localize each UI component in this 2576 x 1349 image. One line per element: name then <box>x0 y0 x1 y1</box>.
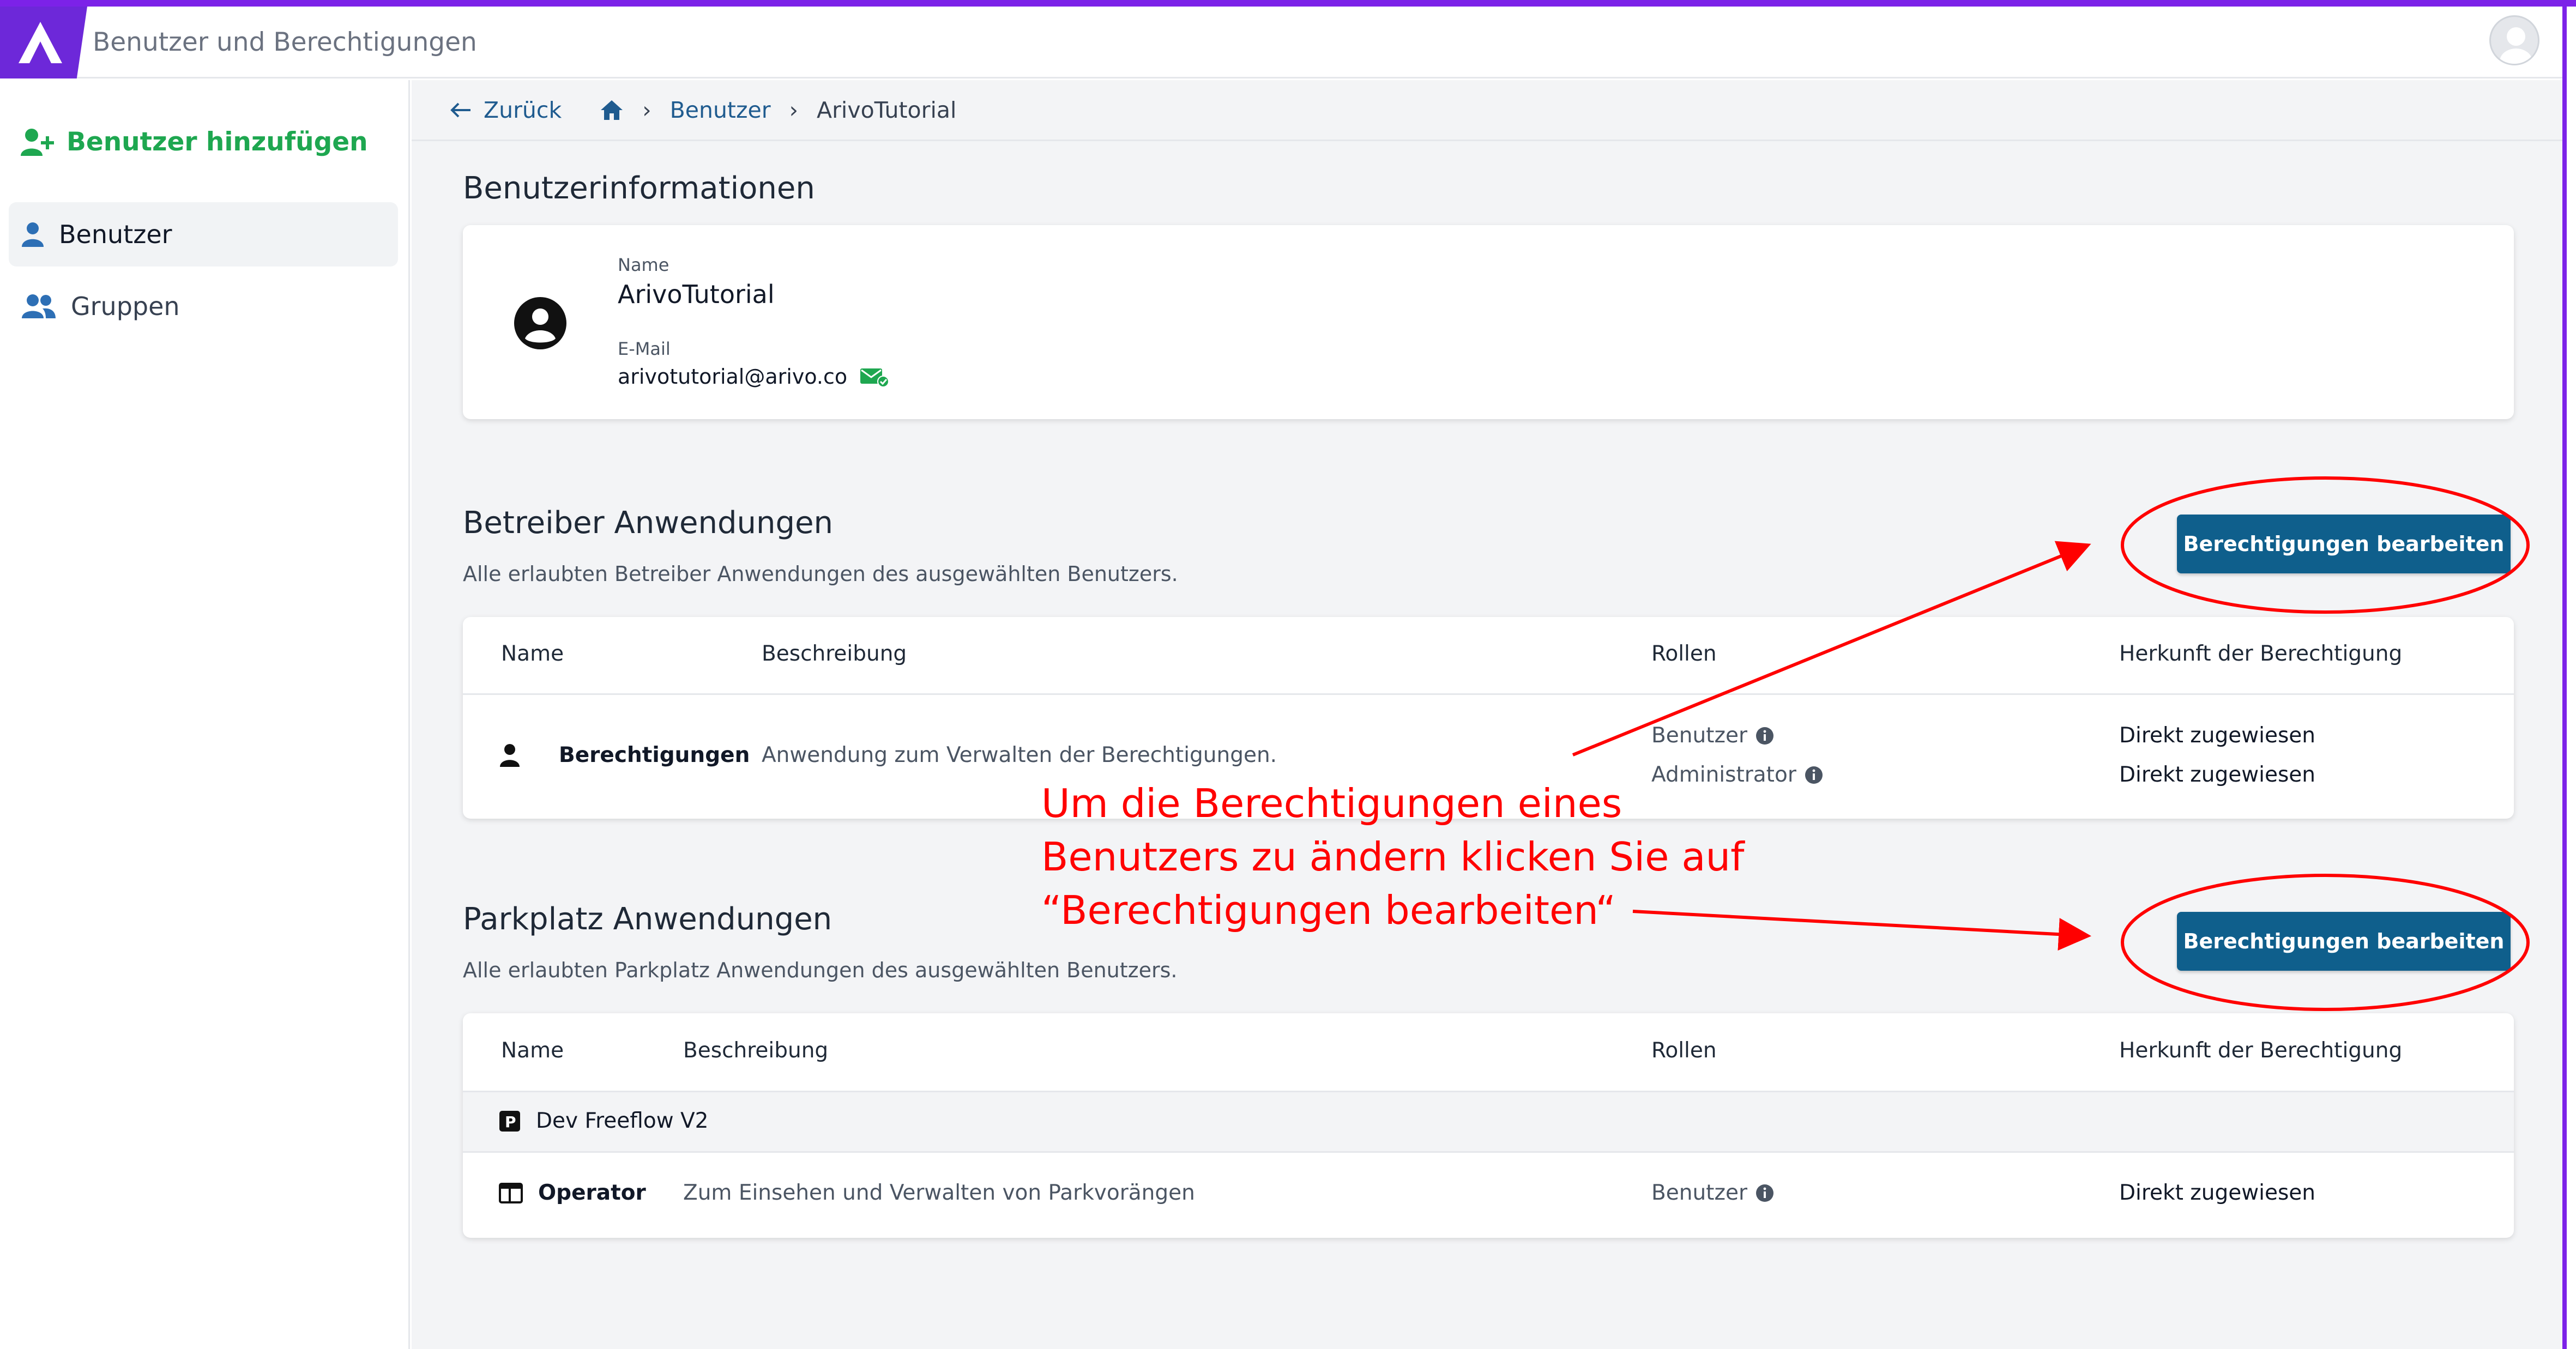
user-name: ArivoTutorial <box>618 280 775 309</box>
sidebar-item-groups[interactable]: Gruppen <box>9 274 398 338</box>
app-name: Operator <box>538 1181 646 1205</box>
sidebar-item-users[interactable]: Benutzer <box>9 202 398 267</box>
chevron-right-icon: › <box>789 96 799 123</box>
user-email-row: arivotutorial@arivo.co <box>618 365 890 389</box>
window-layout-icon <box>499 1182 523 1203</box>
role-label: Benutzer <box>1651 1181 1747 1205</box>
arrow-left-icon <box>450 102 470 117</box>
operator-apps-subtitle: Alle erlaubten Betreiber Anwendungen des… <box>463 562 1178 586</box>
email-label: E-Mail <box>618 338 671 359</box>
breadcrumb-current: ArivoTutorial <box>817 96 957 123</box>
parking-icon: P <box>499 1110 520 1132</box>
info-icon[interactable] <box>1755 1183 1775 1203</box>
add-user-label: Benutzer hinzufügen <box>67 127 368 157</box>
back-label: Zurück <box>484 96 562 123</box>
role-item: Benutzer <box>1651 1181 1775 1205</box>
home-icon[interactable] <box>600 99 624 121</box>
add-user-button[interactable]: Benutzer hinzufügen <box>20 127 368 157</box>
edit-operator-permissions-button[interactable]: Berechtigungen bearbeiten <box>2177 515 2511 573</box>
breadcrumb-users-link[interactable]: Benutzer <box>670 97 771 123</box>
info-icon[interactable] <box>1755 726 1775 746</box>
logo-icon <box>19 22 62 63</box>
origin-label: Direkt zugewiesen <box>2119 1181 2316 1205</box>
annotation-line: Benutzers zu ändern klicken Sie auf <box>1041 834 1745 880</box>
group-icon <box>22 294 56 318</box>
user-info-card: Name ArivoTutorial E-Mail arivotutorial@… <box>463 225 2514 419</box>
add-user-icon <box>21 128 54 156</box>
parking-group: P Dev Freeflow V2 <box>499 1109 708 1133</box>
origin-label: Direkt zugewiesen <box>2119 763 2316 787</box>
parking-group-row[interactable]: P Dev Freeflow V2 <box>463 1092 2514 1151</box>
operator-apps-title: Betreiber Anwendungen <box>463 505 834 541</box>
edit-parking-permissions-button[interactable]: Berechtigungen bearbeiten <box>2177 912 2511 971</box>
app-header: Benutzer und Berechtigungen <box>0 7 2562 78</box>
user-info-title: Benutzerinformationen <box>463 171 815 206</box>
back-link[interactable]: Zurück <box>450 97 562 123</box>
sidebar: Benutzer hinzufügen Benutzer Gruppen <box>0 80 410 1349</box>
app-description: Zum Einsehen und Verwalten von Parkvorän… <box>683 1181 1195 1205</box>
app-title: Benutzer und Berechtigungen <box>93 27 477 57</box>
column-header-origin[interactable]: Herkunft der Berechtigung <box>2119 1038 2402 1063</box>
chevron-right-icon: › <box>642 96 651 123</box>
column-header-description[interactable]: Beschreibung <box>762 642 907 666</box>
main-content: Zurück › Benutzer › ArivoTutorial Benutz… <box>412 80 2562 1349</box>
column-header-name[interactable]: Name <box>501 642 564 666</box>
app-name: Berechtigungen <box>559 743 750 767</box>
column-header-name[interactable]: Name <box>501 1038 564 1063</box>
account-circle-icon <box>514 297 566 349</box>
name-label: Name <box>618 255 669 275</box>
column-header-description[interactable]: Beschreibung <box>683 1038 828 1063</box>
origin-label: Direkt zugewiesen <box>2119 723 2316 748</box>
app-description: Anwendung zum Verwalten der Berechtigung… <box>762 743 1277 767</box>
sidebar-item-label: Gruppen <box>71 292 180 321</box>
table-row-name[interactable]: Berechtigungen <box>499 743 750 767</box>
role-item: Benutzer <box>1651 723 1775 748</box>
window-edge <box>2562 0 2567 1349</box>
user-email: arivotutorial@arivo.co <box>618 365 848 389</box>
parking-apps-table: Name Beschreibung Rollen Herkunft der Be… <box>463 1013 2514 1238</box>
breadcrumb: Zurück › Benutzer › ArivoTutorial <box>412 80 2562 141</box>
parking-group-name: Dev Freeflow V2 <box>536 1109 709 1133</box>
column-header-roles[interactable]: Rollen <box>1651 1038 1717 1063</box>
parking-apps-subtitle: Alle erlaubten Parkplatz Anwendungen des… <box>463 958 1178 982</box>
account-avatar-icon[interactable] <box>2489 15 2539 65</box>
person-icon <box>500 743 520 767</box>
annotation-line: “Berechtigungen bearbeiten“ <box>1041 887 1616 933</box>
table-row-name[interactable]: Operator <box>499 1181 646 1205</box>
sidebar-item-label: Benutzer <box>59 220 172 249</box>
annotation-line: Um die Berechtigungen eines <box>1041 781 1622 826</box>
user-icon <box>22 222 44 247</box>
annotation-text: Um die Berechtigungen eines Benutzers zu… <box>1041 777 1744 937</box>
role-label: Benutzer <box>1651 723 1747 748</box>
svg-text:P: P <box>505 1113 516 1131</box>
info-icon[interactable] <box>1804 765 1824 785</box>
parking-apps-title: Parkplatz Anwendungen <box>463 902 832 937</box>
header-divider <box>463 693 2514 695</box>
column-header-origin[interactable]: Herkunft der Berechtigung <box>2119 642 2402 666</box>
column-header-roles[interactable]: Rollen <box>1651 642 1717 666</box>
email-verified-icon <box>860 368 890 387</box>
row-divider <box>463 1151 2514 1153</box>
app-logo[interactable] <box>0 7 87 78</box>
top-accent-line <box>0 0 2576 7</box>
